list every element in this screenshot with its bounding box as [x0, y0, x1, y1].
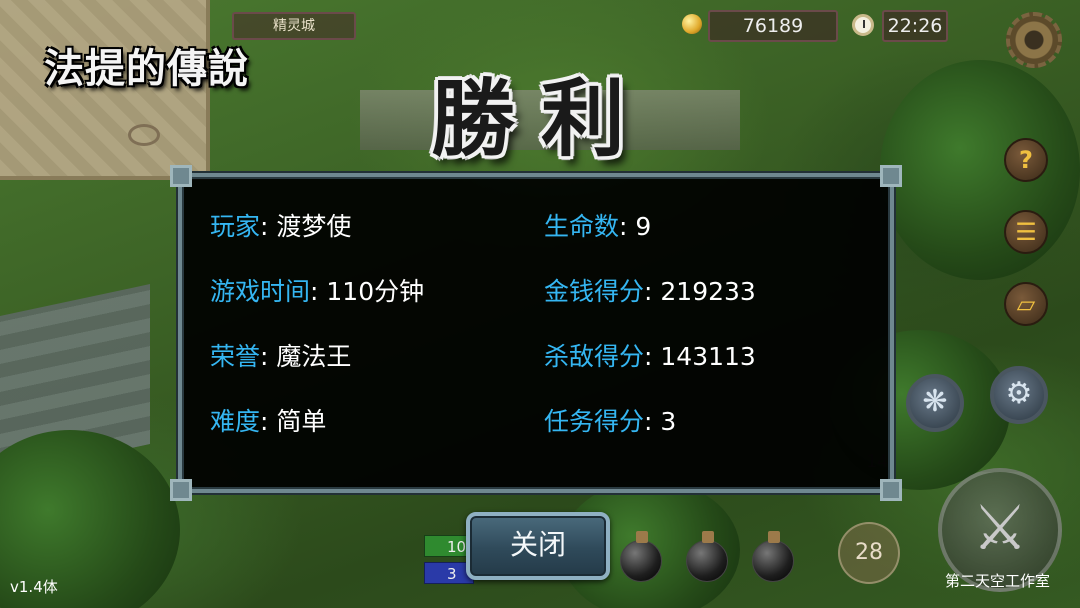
location-label: 精灵城 — [232, 12, 356, 40]
stat-colon: : — [260, 342, 277, 371]
stat-label: 游戏时间 — [210, 277, 311, 306]
potion-icon[interactable] — [686, 531, 728, 582]
stat-money-score: 金钱得分: 219233 — [544, 277, 756, 307]
stat-quest-score: 任务得分: 3 — [544, 407, 676, 437]
stat-colon: : — [260, 407, 277, 436]
stat-label: 杀敌得分 — [544, 342, 645, 371]
stat-colon: : — [260, 212, 277, 241]
panel-corner — [880, 479, 902, 501]
panel-corner — [880, 165, 902, 187]
blade-skill-icon[interactable]: ⚙ — [990, 366, 1048, 424]
skill-count-button[interactable]: 28 — [838, 522, 900, 584]
plaza-emblem — [128, 124, 160, 146]
tree — [880, 60, 1080, 280]
studio-label: 第二天空工作室 — [944, 572, 1050, 590]
help-question-icon[interactable]: ? — [1004, 138, 1048, 182]
stat-value: 219233 — [660, 277, 756, 306]
panel-corner — [170, 165, 192, 187]
stat-value: 9 — [635, 212, 652, 241]
stat-value: 143113 — [660, 342, 756, 371]
victory-title: 勝利 — [430, 69, 651, 168]
stat-value: 110分钟 — [326, 277, 425, 306]
stat-label: 玩家 — [210, 212, 261, 241]
game-clock: 22:26 — [882, 10, 948, 42]
game-title: 法提的傳說 — [44, 45, 249, 92]
coin-icon — [682, 14, 702, 34]
stat-difficulty: 难度: 简单 — [210, 407, 326, 437]
potion-icon[interactable] — [620, 531, 662, 582]
gold-counter: 76189 — [708, 10, 838, 42]
stat-colon: : — [644, 407, 661, 436]
stat-value: 简单 — [276, 407, 327, 436]
clock-icon — [852, 14, 874, 36]
stat-kill-score: 杀敌得分: 143113 — [544, 342, 756, 372]
results-panel: 玩家: 渡梦使 游戏时间: 110分钟 荣誉: 魔法王 难度: 简单 生命数: … — [170, 165, 902, 501]
panel-corner — [170, 479, 192, 501]
bag-icon[interactable]: ▱ — [1004, 282, 1048, 326]
gear-icon[interactable] — [1006, 12, 1062, 68]
stat-label: 生命数 — [544, 212, 620, 241]
stat-player: 玩家: 渡梦使 — [210, 212, 351, 242]
whirlwind-skill-icon[interactable]: ❋ — [906, 374, 964, 432]
stat-value: 渡梦使 — [276, 212, 352, 241]
potion-icon[interactable] — [752, 531, 794, 582]
version-label: v1.4体 — [10, 578, 58, 596]
stat-value: 3 — [660, 407, 677, 436]
stat-honor: 荣誉: 魔法王 — [210, 342, 351, 372]
stat-colon: : — [644, 342, 661, 371]
stat-play-time: 游戏时间: 110分钟 — [210, 277, 424, 307]
close-button[interactable]: 关闭 — [466, 512, 610, 580]
stat-label: 金钱得分 — [544, 277, 645, 306]
stat-colon: : — [310, 277, 327, 306]
stat-label: 荣誉 — [210, 342, 261, 371]
stat-value: 魔法王 — [276, 342, 352, 371]
stat-label: 任务得分 — [544, 407, 645, 436]
stat-label: 难度 — [210, 407, 261, 436]
scroll-icon[interactable]: ☰ — [1004, 210, 1048, 254]
stat-colon: : — [619, 212, 636, 241]
stat-colon: : — [644, 277, 661, 306]
stat-lives: 生命数: 9 — [544, 212, 651, 242]
